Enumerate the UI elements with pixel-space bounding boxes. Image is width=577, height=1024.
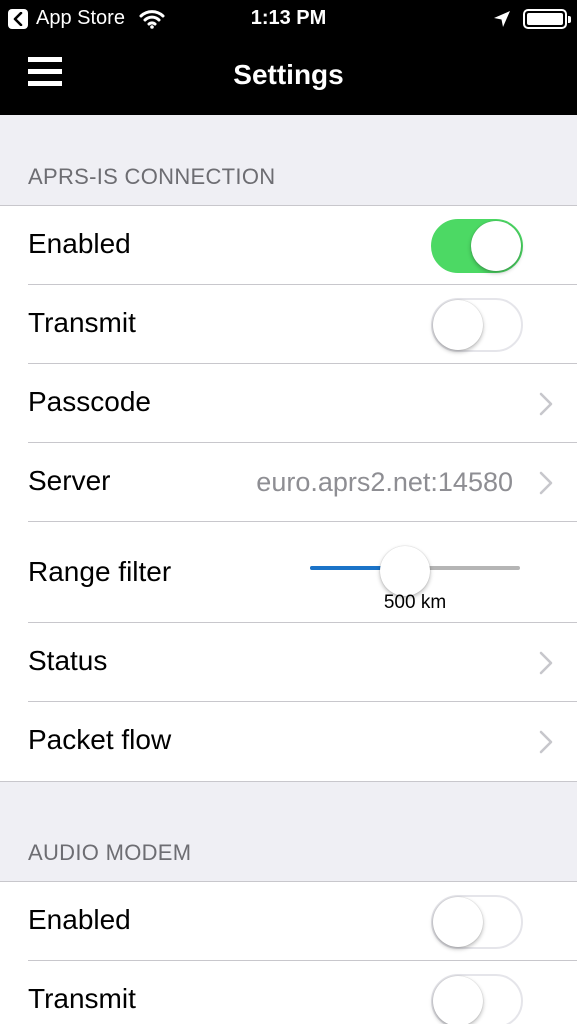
aprs-transmit-switch[interactable]: [431, 298, 523, 352]
row-label: Status: [28, 645, 108, 676]
modem-enabled-switch[interactable]: [431, 895, 523, 949]
packet-flow-row[interactable]: Packet flow: [28, 702, 577, 781]
navigation-bar: Settings: [0, 38, 577, 115]
aprs-is-group: Enabled Transmit Passcode Server euro.ap…: [0, 205, 577, 782]
modem-transmit-switch[interactable]: [431, 974, 523, 1024]
server-row[interactable]: Server euro.aprs2.net:14580: [28, 443, 577, 522]
chevron-right-icon: [539, 471, 553, 495]
row-label: Packet flow: [28, 724, 172, 755]
status-bar: App Store 1:13 PM: [0, 0, 577, 38]
audio-modem-group: Enabled Transmit: [0, 881, 577, 1024]
row-label: Enabled: [28, 904, 131, 935]
section-header-audio-modem: AUDIO MODEM: [28, 840, 192, 865]
row-label: Transmit: [28, 983, 136, 1014]
chevron-right-icon: [539, 651, 553, 675]
row-label: Enabled: [28, 228, 131, 259]
status-time: 1:13 PM: [250, 7, 327, 29]
slider-thumb[interactable]: [379, 546, 430, 596]
chevron-right-icon: [539, 392, 553, 416]
range-filter-value: 500 km: [383, 592, 447, 613]
chevron-right-icon: [539, 730, 553, 754]
row-label: Transmit: [28, 307, 136, 338]
battery-icon: [523, 9, 571, 29]
page-title: Settings: [233, 59, 344, 90]
range-filter-row: Range filter 500 km: [28, 522, 577, 623]
row-label: Passcode: [28, 386, 151, 417]
modem-enabled-row: Enabled: [28, 882, 577, 961]
range-filter-slider[interactable]: [310, 546, 520, 596]
aprs-enabled-switch[interactable]: [431, 219, 523, 273]
location-arrow-icon: [494, 11, 510, 27]
aprs-transmit-row: Transmit: [28, 285, 577, 364]
modem-transmit-row: Transmit: [28, 961, 577, 1024]
status-row[interactable]: Status: [28, 623, 577, 702]
aprs-enabled-row: Enabled: [28, 206, 577, 285]
section-header-aprs-is: APRS-IS CONNECTION: [28, 164, 276, 189]
row-label: Server: [28, 465, 111, 496]
server-value: euro.aprs2.net:14580: [256, 467, 513, 497]
passcode-row[interactable]: Passcode: [28, 364, 577, 443]
row-label: Range filter: [28, 556, 172, 587]
